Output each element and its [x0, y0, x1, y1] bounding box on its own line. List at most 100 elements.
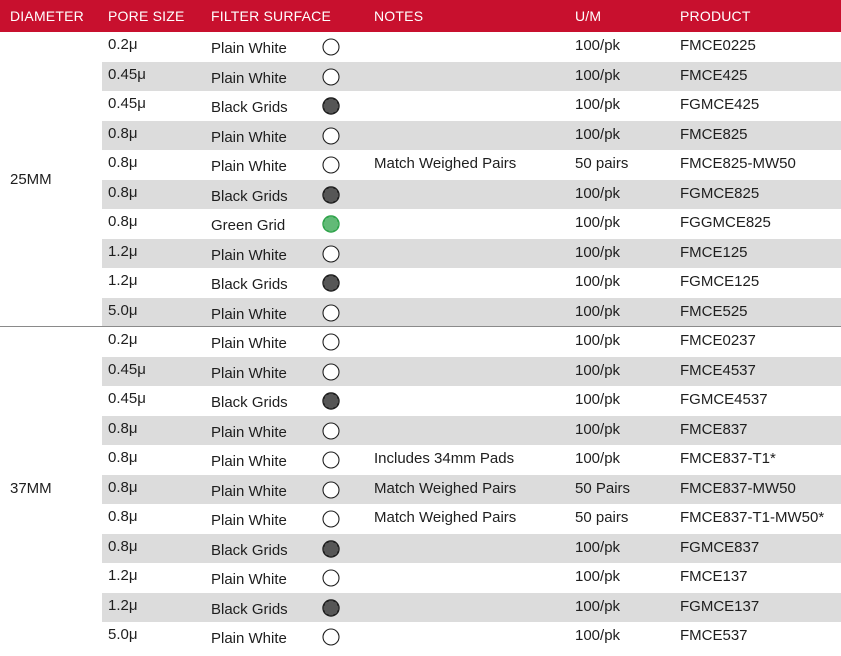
- pore-size-cell: 0.8μ: [108, 508, 138, 525]
- product-cell: FMCE0237: [680, 332, 756, 349]
- pore-size-cell: 0.45μ: [108, 390, 146, 407]
- um-cell: 100/pk: [575, 66, 621, 84]
- product-cell: FMCE125: [680, 243, 748, 261]
- plain-circle-icon: [322, 126, 340, 145]
- black-grid-icon: [322, 185, 340, 204]
- pore-size-cell: 0.45μ: [108, 65, 146, 83]
- pore-size-cell: 1.2μ: [108, 272, 138, 289]
- filter-surface-cell: Plain White: [211, 305, 287, 323]
- black-grid-icon: [322, 598, 340, 617]
- um-cell: 100/pk: [575, 37, 621, 54]
- um-cell: 50 pairs: [575, 509, 629, 526]
- table-row: 0.45μ Black Grids 100/pk FGMCE4537: [102, 386, 841, 416]
- plain-circle-icon: [322, 244, 340, 263]
- table-row: 0.2μ Plain White 100/pk FMCE0237: [102, 327, 841, 357]
- filter-surface-cell: Plain White: [211, 158, 287, 175]
- black-grid-icon: [322, 392, 340, 410]
- product-table: DIAMETER PORE SIZE FILTER SURFACE NOTES …: [0, 0, 841, 651]
- pore-size-cell: 0.8μ: [108, 478, 138, 496]
- pore-size-cell: 0.8μ: [108, 154, 138, 171]
- table-row: 0.8μ Black Grids 100/pk FGMCE837: [102, 533, 841, 563]
- product-cell: FGGMCE825: [680, 214, 771, 231]
- table-row: 0.45μ Plain White 100/pk FMCE4537: [102, 356, 841, 386]
- header-filter-surface: FILTER SURFACE: [211, 8, 332, 24]
- product-cell: FMCE825-MW50: [680, 155, 796, 172]
- product-cell: FMCE837-T1-MW50*: [680, 509, 825, 526]
- pore-size-cell: 0.8μ: [108, 183, 138, 201]
- filter-surface-cell: Plain White: [211, 571, 287, 588]
- header-notes: NOTES: [374, 8, 424, 24]
- plain-circle-icon: [322, 333, 340, 351]
- black-grid-icon: [322, 274, 340, 292]
- table-row: 1.2μ Black Grids 100/pk FGMCE125: [102, 268, 841, 298]
- plain-circle-icon: [322, 362, 340, 381]
- filter-surface-cell: Plain White: [211, 630, 287, 647]
- table-row: 0.8μ Plain White 100/pk FMCE837: [102, 415, 841, 445]
- um-cell: 100/pk: [575, 361, 621, 379]
- diameter-label: 25MM: [10, 170, 52, 188]
- filter-surface-cell: Plain White: [211, 512, 287, 529]
- table-row: 0.8μ Green Grid 100/pk FGGMCE825: [102, 209, 841, 239]
- table-row: 0.8μ Plain White 100/pk FMCE825: [102, 120, 841, 150]
- um-cell: 100/pk: [575, 273, 621, 290]
- pore-size-cell: 0.8μ: [108, 213, 138, 230]
- um-cell: 100/pk: [575, 420, 621, 438]
- filter-surface-cell: Black Grids: [211, 394, 288, 411]
- plain-circle-icon: [322, 303, 340, 322]
- plain-circle-icon: [322, 38, 340, 56]
- filter-surface-cell: Plain White: [211, 453, 287, 470]
- plain-circle-icon: [322, 510, 340, 528]
- header-product: PRODUCT: [680, 8, 751, 24]
- diameter-label: 37MM: [10, 480, 52, 498]
- plain-circle-icon: [322, 569, 340, 587]
- um-cell: 100/pk: [575, 302, 621, 320]
- um-cell: 50 pairs: [575, 155, 629, 172]
- pore-size-cell: 0.8μ: [108, 537, 138, 555]
- notes-cell: Match Weighed Pairs: [374, 509, 517, 526]
- um-cell: 100/pk: [575, 184, 621, 202]
- um-cell: 100/pk: [575, 125, 621, 143]
- table-row: 1.2μ Black Grids 100/pk FGMCE137: [102, 592, 841, 622]
- table-row: 0.8μ Black Grids 100/pk FGMCE825: [102, 179, 841, 209]
- table-row: 0.8μ Plain White Match Weighed Pairs 50 pai…: [102, 150, 841, 180]
- table-row: 0.8μ Plain White Match Weighed Pairs 50 Pai…: [102, 474, 841, 504]
- pore-size-cell: 1.2μ: [108, 242, 138, 260]
- um-cell: 100/pk: [575, 450, 621, 467]
- header-um: U/M: [575, 8, 602, 24]
- product-cell: FGMCE837: [680, 538, 760, 556]
- table-row: 1.2μ Plain White 100/pk FMCE125: [102, 238, 841, 268]
- pore-size-cell: 5.0μ: [108, 301, 138, 319]
- plain-circle-icon: [322, 421, 340, 440]
- um-cell: 100/pk: [575, 243, 621, 261]
- pore-size-cell: 0.2μ: [108, 331, 138, 348]
- table-row: 1.2μ Plain White 100/pk FMCE137: [102, 563, 841, 593]
- pore-size-cell: 5.0μ: [108, 626, 138, 643]
- group-divider: [0, 326, 841, 327]
- pore-size-cell: 0.2μ: [108, 36, 138, 53]
- filter-surface-cell: Plain White: [211, 482, 287, 500]
- table-row: 0.8μ Plain White Match Weighed Pairs 50 pai…: [102, 504, 841, 534]
- table-row: 0.45μ Black Grids 100/pk FGMCE425: [102, 91, 841, 121]
- product-cell: FGMCE4537: [680, 391, 768, 408]
- filter-surface-cell: Plain White: [211, 335, 287, 352]
- table-row: 5.0μ Plain White 100/pk FMCE537: [102, 622, 841, 652]
- table-header: DIAMETER PORE SIZE FILTER SURFACE NOTES …: [0, 0, 841, 32]
- um-cell: 50 Pairs: [575, 479, 631, 497]
- filter-surface-cell: Black Grids: [211, 187, 288, 205]
- plain-circle-icon: [322, 156, 340, 174]
- filter-surface-cell: Black Grids: [211, 99, 288, 116]
- plain-circle-icon: [322, 480, 340, 499]
- product-cell: FMCE837-T1*: [680, 450, 776, 467]
- um-cell: 100/pk: [575, 391, 621, 408]
- table-row: 5.0μ Plain White 100/pk FMCE525: [102, 297, 841, 327]
- pore-size-cell: 0.8μ: [108, 449, 138, 466]
- um-cell: 100/pk: [575, 597, 621, 615]
- table-row: 0.8μ Plain White Includes 34mm Pads 100/pk F…: [102, 445, 841, 475]
- plain-circle-icon: [322, 67, 340, 86]
- header-pore-size: PORE SIZE: [108, 8, 185, 24]
- filter-surface-cell: Black Grids: [211, 276, 288, 293]
- pore-size-cell: 0.8μ: [108, 124, 138, 142]
- product-cell: FMCE4537: [680, 361, 756, 379]
- product-cell: FMCE137: [680, 568, 748, 585]
- product-cell: FGMCE137: [680, 597, 760, 615]
